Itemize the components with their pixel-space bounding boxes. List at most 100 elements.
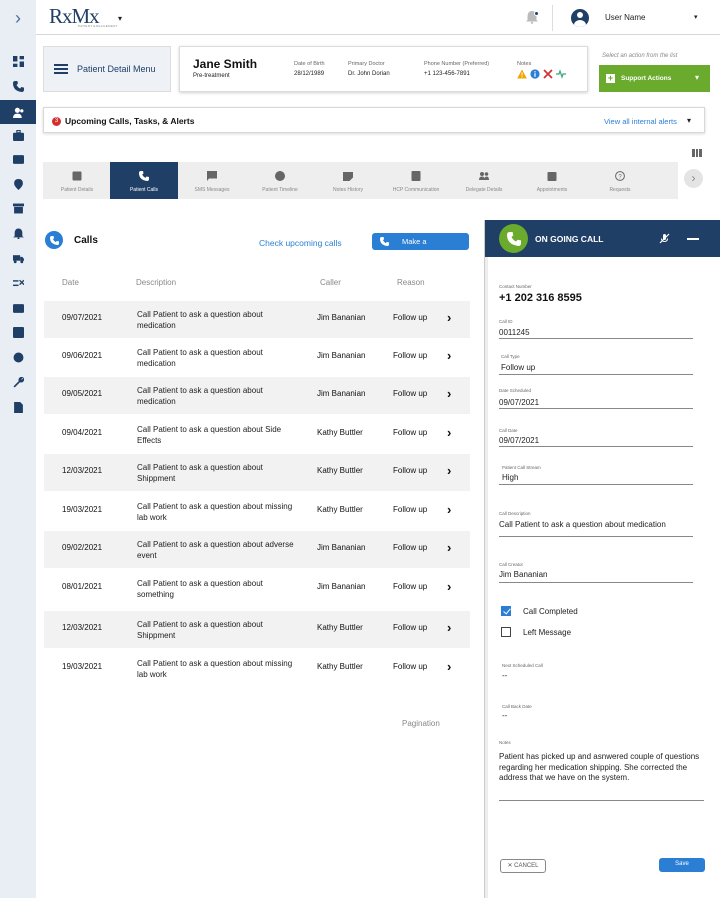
- call-description-cell: Call Patient to ask a question about som…: [137, 579, 263, 599]
- call-description-field[interactable]: Call Patient to ask a question about med…: [499, 520, 666, 529]
- row-chevron-right-icon[interactable]: ›: [447, 386, 451, 401]
- minimize-icon[interactable]: [687, 238, 699, 240]
- row-chevron-right-icon[interactable]: ›: [447, 540, 451, 555]
- tab-patient-timeline[interactable]: Patient Timeline: [246, 162, 314, 199]
- table-row[interactable]: 09/02/2021 Call Patient to ask a question…: [44, 531, 470, 568]
- user-name[interactable]: User Name: [605, 13, 645, 22]
- date-scheduled-label: Date Scheduled: [499, 388, 532, 393]
- nav-psychology-icon[interactable]: [0, 347, 36, 367]
- patient-call-stream-label: Patient Call Stream: [502, 465, 541, 470]
- tab-requests[interactable]: ? Requests: [586, 162, 654, 199]
- call-id-label: Call ID: [499, 319, 513, 324]
- patient-status: Pre-treatment: [193, 73, 230, 79]
- support-actions-button[interactable]: + Support Actions ▾: [599, 65, 710, 92]
- nav-phone-icon[interactable]: [0, 76, 36, 96]
- pagination[interactable]: Pagination: [402, 719, 440, 728]
- row-chevron-right-icon[interactable]: ›: [447, 620, 451, 635]
- logo-dropdown-icon[interactable]: ▾: [118, 14, 122, 23]
- view-all-alerts-link[interactable]: View all internal alerts: [604, 117, 677, 126]
- calendar-icon: [547, 172, 557, 181]
- make-call-button[interactable]: Make a: [372, 233, 469, 250]
- next-scheduled-call-field[interactable]: --: [502, 671, 507, 680]
- table-row[interactable]: 08/01/2021 Call Patient to ask a question…: [44, 570, 470, 607]
- vitals-icon[interactable]: [556, 69, 566, 79]
- call-reason-cell: Follow up: [393, 582, 428, 591]
- row-chevron-right-icon[interactable]: ›: [447, 310, 451, 325]
- call-back-date-field[interactable]: --: [502, 711, 507, 720]
- row-chevron-right-icon[interactable]: ›: [447, 425, 451, 440]
- column-view-icon[interactable]: [692, 149, 703, 157]
- row-chevron-right-icon[interactable]: ›: [447, 502, 451, 517]
- cancel-label: CANCEL: [514, 863, 539, 869]
- nav-rule-icon[interactable]: [0, 273, 36, 293]
- tab-sms-messages[interactable]: SMS Messages: [178, 162, 246, 199]
- call-date-field[interactable]: 09/07/2021: [499, 436, 539, 445]
- tab-notes-history[interactable]: Notes History: [314, 162, 382, 199]
- expand-nav-icon[interactable]: ›: [9, 9, 27, 27]
- tab-patient-details[interactable]: Patient Details: [43, 162, 111, 199]
- info-icon[interactable]: [530, 69, 540, 79]
- user-avatar-icon[interactable]: [571, 9, 589, 27]
- header-caller: Caller: [320, 278, 341, 287]
- warning-icon[interactable]: [517, 69, 527, 79]
- notes-label: Notes: [517, 61, 532, 67]
- row-chevron-right-icon[interactable]: ›: [447, 348, 451, 363]
- table-row[interactable]: 09/04/2021 Call Patient to ask a question…: [44, 416, 470, 453]
- contact-number: +1 202 316 8595: [499, 292, 582, 304]
- make-call-label: Make a: [402, 237, 427, 246]
- row-chevron-right-icon[interactable]: ›: [447, 579, 451, 594]
- table-row[interactable]: 12/03/2021 Call Patient to ask a question…: [44, 611, 470, 648]
- tab-hcp-communication[interactable]: HCP Communication: [382, 162, 450, 199]
- call-description-cell: Call Patient to ask a question about Sid…: [137, 425, 282, 445]
- call-id-field[interactable]: 0011245: [499, 328, 530, 337]
- patient-detail-menu-button[interactable]: Patient Detail Menu: [43, 46, 171, 92]
- left-message-checkbox[interactable]: [501, 627, 511, 637]
- tab-label: SMS Messages: [194, 187, 230, 193]
- nav-dashboard-icon[interactable]: [0, 51, 36, 71]
- row-chevron-right-icon[interactable]: ›: [447, 463, 451, 478]
- nav-medical-bag-icon[interactable]: [0, 125, 36, 145]
- tab-patient-calls[interactable]: Patient Calls: [110, 162, 178, 199]
- check-upcoming-calls-link[interactable]: Check upcoming calls: [259, 238, 342, 248]
- alerts-chevron-down-icon[interactable]: ▾: [687, 116, 691, 125]
- nav-first-aid-icon[interactable]: [0, 149, 36, 169]
- nav-bell-icon[interactable]: [0, 223, 36, 243]
- tabs-next-icon[interactable]: ›: [684, 169, 703, 188]
- contact-number-label: Contact Number: [499, 284, 532, 289]
- table-row[interactable]: 12/03/2021 Call Patient to ask a question…: [44, 454, 470, 491]
- table-row[interactable]: 09/06/2021 Call Patient to ask a question…: [44, 339, 470, 376]
- nav-truck-icon[interactable]: [0, 248, 36, 268]
- calls-phone-icon: [45, 231, 63, 249]
- nav-document-icon[interactable]: [0, 397, 36, 417]
- date-scheduled-field[interactable]: 09/07/2021: [499, 398, 539, 407]
- call-creator-field[interactable]: Jim Bananian: [499, 570, 547, 579]
- table-row[interactable]: 09/07/2021 Call Patient to ask a question…: [44, 301, 470, 338]
- nav-location-icon[interactable]: [0, 174, 36, 194]
- nav-checklist-icon[interactable]: [0, 322, 36, 342]
- row-chevron-right-icon[interactable]: ›: [447, 659, 451, 674]
- save-button[interactable]: Save: [659, 858, 705, 872]
- call-reason-cell: Follow up: [393, 466, 428, 475]
- cancel-button[interactable]: ✕ CANCEL: [500, 859, 546, 873]
- table-row[interactable]: 19/03/2021 Call Patient to ask a question…: [44, 650, 470, 687]
- call-caller-cell: Jim Bananian: [317, 582, 366, 591]
- mute-mic-icon[interactable]: [659, 233, 670, 244]
- table-row[interactable]: 09/05/2021 Call Patient to ask a question…: [44, 377, 470, 414]
- nav-archive-icon[interactable]: [0, 198, 36, 218]
- nav-card-icon[interactable]: [0, 298, 36, 318]
- tab-label: Appointments: [536, 187, 568, 193]
- call-description-cell: Call Patient to ask a question about Shi…: [137, 463, 263, 483]
- nav-wrench-icon[interactable]: [0, 372, 36, 392]
- nav-patients-icon[interactable]: [0, 100, 36, 124]
- call-completed-checkbox[interactable]: [501, 606, 511, 616]
- table-row[interactable]: 19/03/2021 Call Patient to ask a question…: [44, 493, 470, 530]
- user-menu-chevron-icon[interactable]: ▾: [694, 13, 698, 21]
- call-type-field[interactable]: Follow up: [501, 363, 535, 372]
- notes-textarea[interactable]: Patient has picked up and asnwered coupl…: [499, 752, 709, 784]
- alerts-bar[interactable]: 3 Upcoming Calls, Tasks, & Alerts View a…: [43, 107, 705, 133]
- no-contact-icon[interactable]: [543, 69, 553, 79]
- patient-call-stream-field[interactable]: High: [502, 473, 518, 482]
- tab-appointments[interactable]: Appointments: [518, 162, 586, 199]
- tab-delegate-details[interactable]: Delegate Details: [450, 162, 518, 199]
- call-reason-cell: Follow up: [393, 351, 428, 360]
